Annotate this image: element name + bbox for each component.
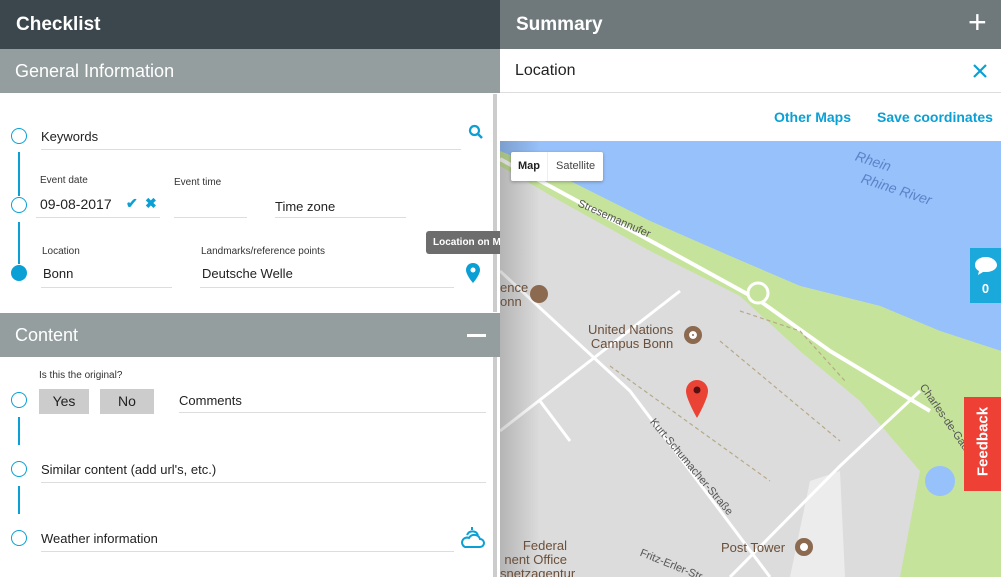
event-date-label: Event date	[40, 175, 88, 186]
feedback-label: Feedback	[974, 406, 992, 477]
confirm-check-icon[interactable]: ✔	[126, 195, 138, 212]
map-type-satellite-button[interactable]: Satellite	[548, 152, 603, 181]
poi-marker-icon[interactable]	[530, 285, 548, 303]
location-label: Location	[42, 246, 80, 257]
poi-marker-icon[interactable]	[684, 326, 702, 344]
speech-bubble-icon	[974, 257, 997, 275]
summary-panel: Summary + Location Other Maps Save coord…	[500, 0, 1001, 577]
add-plus-icon[interactable]: +	[968, 4, 987, 40]
map-label-line: onn	[500, 294, 522, 309]
general-information-header[interactable]: General Information	[0, 49, 500, 93]
keywords-input[interactable]: Keywords	[41, 129, 461, 150]
map-label-line: ence	[500, 280, 529, 295]
content-header[interactable]: Content	[0, 313, 500, 357]
step-indicator	[11, 128, 27, 144]
step-connector	[18, 222, 20, 264]
no-button[interactable]: No	[100, 389, 154, 414]
step-indicator	[11, 530, 27, 546]
map[interactable]: Map Satellite Rhein Rhine River Stresema…	[500, 141, 1001, 577]
event-date-value: 09-08-2017	[40, 196, 112, 212]
step-indicator	[11, 392, 27, 408]
map-label: Post Tower	[721, 540, 786, 555]
weather-input[interactable]: Weather information	[41, 531, 454, 552]
search-icon[interactable]	[468, 124, 484, 140]
save-coordinates-link[interactable]: Save coordinates	[877, 109, 993, 125]
summary-header: Summary	[500, 0, 1001, 49]
event-time-input[interactable]	[174, 196, 247, 218]
clear-x-icon[interactable]: ✖	[145, 195, 157, 212]
map-label: Federal nent Office snetzagentur	[500, 538, 576, 577]
map-pin-icon[interactable]	[466, 263, 480, 283]
similar-content-input[interactable]: Similar content (add url's, etc.)	[41, 462, 486, 483]
time-zone-select[interactable]: Time zone	[275, 199, 406, 218]
event-time-label: Event time	[174, 177, 222, 188]
close-icon[interactable]	[972, 63, 988, 79]
yes-button[interactable]: Yes	[39, 389, 89, 414]
map-label-line: Federal	[522, 538, 567, 553]
panel-shadow	[500, 141, 540, 577]
comments-widget[interactable]: 0	[970, 248, 1001, 303]
comments-input[interactable]: Comments	[179, 393, 486, 413]
map-type-map-button[interactable]: Map	[511, 152, 548, 181]
location-marker-icon[interactable]	[686, 380, 708, 418]
weather-cloud-sun-icon[interactable]	[461, 527, 485, 549]
location-input[interactable]: Bonn	[41, 266, 172, 288]
comments-count: 0	[981, 281, 990, 296]
map-type-control: Map Satellite	[511, 152, 604, 181]
landmarks-input[interactable]: Deutsche Welle	[200, 266, 454, 288]
map-label: United Nations Campus Bonn	[588, 323, 673, 351]
map-label-line: United Nations	[588, 322, 674, 337]
step-connector	[18, 417, 20, 445]
step-indicator	[11, 461, 27, 477]
original-question-label: Is this the original?	[39, 370, 123, 381]
scrollbar[interactable]	[493, 357, 497, 577]
content-title: Content	[15, 325, 79, 345]
other-maps-link[interactable]: Other Maps	[774, 109, 851, 125]
map-label: ence onn	[500, 281, 528, 309]
map-label-line: Campus Bonn	[590, 336, 674, 351]
map-label-line: nent Office	[504, 552, 567, 567]
location-title: Location	[500, 49, 1001, 93]
step-connector	[18, 152, 20, 196]
step-indicator	[11, 197, 27, 213]
step-connector	[18, 486, 20, 514]
landmarks-label: Landmarks/reference points	[201, 246, 325, 257]
checklist-header: Checklist	[0, 0, 500, 49]
map-label-line: snetzagentur	[500, 566, 576, 577]
feedback-button[interactable]: Feedback	[964, 397, 1001, 491]
event-date-input[interactable]: 09-08-2017	[36, 196, 160, 218]
scrollbar[interactable]	[493, 94, 497, 312]
checklist-panel: Checklist General Information Keywords E…	[0, 0, 525, 577]
step-indicator-active	[11, 265, 27, 281]
poi-marker-icon[interactable]	[795, 538, 813, 556]
collapse-minus-icon[interactable]	[467, 334, 486, 337]
